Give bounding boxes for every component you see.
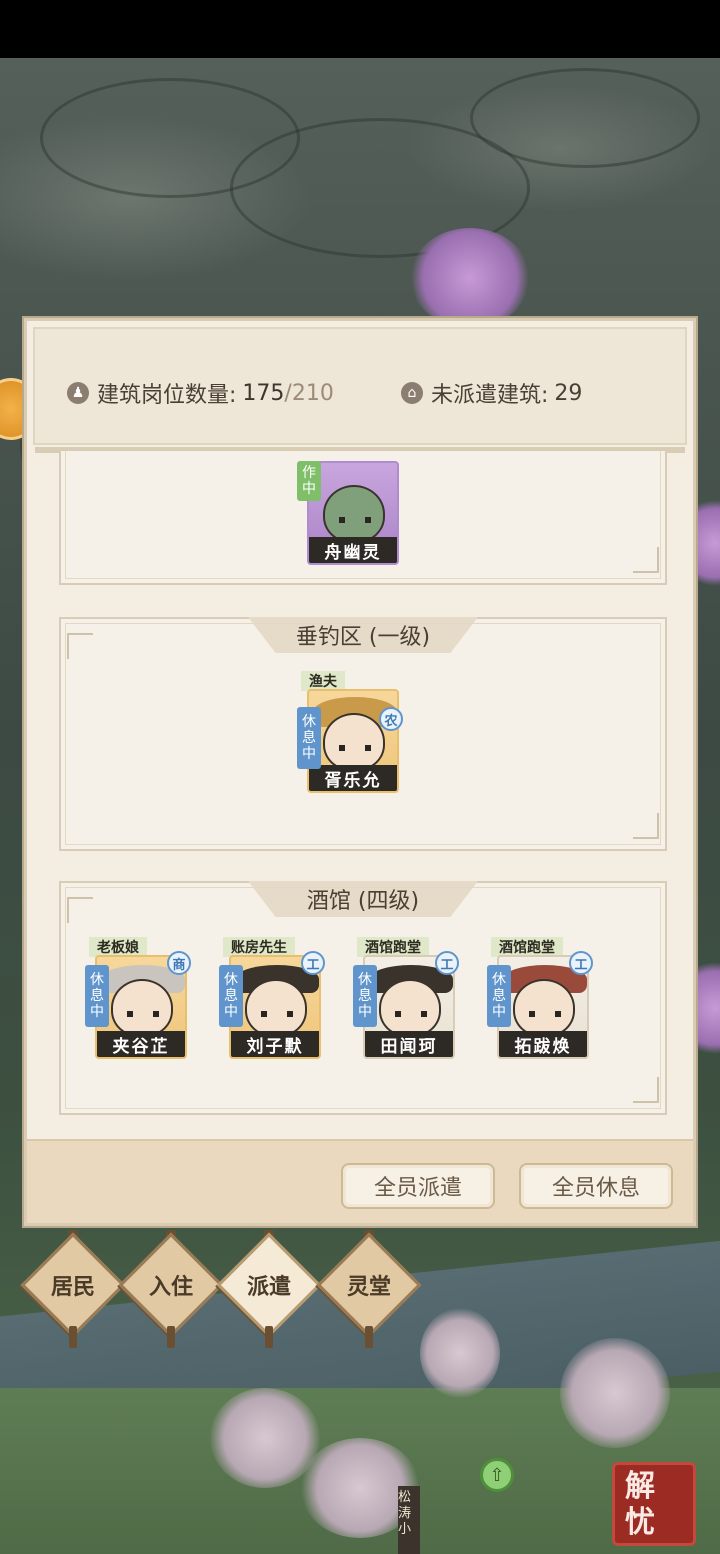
status-char: 休 — [358, 972, 372, 988]
corner-ornament — [633, 813, 659, 839]
undispatched-count: 29 — [554, 380, 583, 406]
portrait-eyes — [395, 1011, 427, 1017]
tab-move-in[interactable]: 入住 — [118, 1230, 224, 1348]
bare-tree — [560, 1338, 670, 1448]
status-char: 中 — [302, 746, 316, 762]
trait-badge: 商 — [167, 951, 191, 975]
undispatched-label: 未派遣建筑: — [431, 383, 549, 408]
tab-label: 灵堂 — [346, 1275, 391, 1300]
dispatch-all-button[interactable]: 全员派遣 — [341, 1163, 495, 1209]
portrait-eyes — [261, 1011, 293, 1017]
building-slots-stat: ♟ 建筑岗位数量: 175 / 210 — [67, 377, 334, 409]
worker-card[interactable]: 账房先生 刘子默 休息中 工 — [219, 937, 325, 1061]
worker-name: 舟幽灵 — [309, 537, 397, 563]
status-char: 休 — [492, 972, 506, 988]
worker-role: 老板娘 — [89, 937, 147, 957]
portrait-face — [245, 979, 307, 1037]
status-char: 息 — [492, 988, 506, 1004]
worker-name: 拓跋焕 — [499, 1031, 587, 1057]
dispatch-panel: ♟ 建筑岗位数量: 175 / 210 ⌂ 未派遣建筑: 29 舟幽灵 作中 垂… — [24, 318, 696, 1226]
slots-total: 210 — [291, 380, 334, 406]
panel-footer: 全员派遣 全员休息 — [27, 1139, 693, 1223]
status-char: 作 — [302, 465, 316, 481]
work-status-badge: 作中 — [297, 461, 321, 501]
worker-card[interactable]: 渔夫 胥乐允 休息中 农 — [297, 671, 403, 795]
status-char: 息 — [358, 988, 372, 1004]
building-icon: ⌂ — [401, 382, 423, 404]
worker-name: 夹谷芷 — [97, 1031, 185, 1057]
status-char: 中 — [302, 481, 316, 497]
relieve-worries-button[interactable]: 解忧 — [612, 1462, 696, 1546]
worker-name: 胥乐允 — [309, 765, 397, 791]
portrait-eyes — [339, 517, 371, 523]
section-title: 垂钓区 (一级) — [248, 617, 478, 653]
trait-badge: 农 — [379, 707, 403, 731]
building-section-fishing: 垂钓区 (一级) 渔夫 胥乐允 休息中 农 — [59, 617, 667, 851]
upgrade-arrow-icon[interactable]: ⇧ — [480, 1458, 514, 1492]
portrait-eyes — [127, 1011, 159, 1017]
corner-ornament — [67, 897, 93, 923]
portrait-face — [111, 979, 173, 1037]
corner-ornament — [633, 1077, 659, 1103]
corner-ornament — [67, 633, 93, 659]
status-char: 中 — [224, 1004, 238, 1020]
cloud-swirl — [470, 68, 700, 168]
worker-role: 渔夫 — [301, 671, 345, 691]
worker-card[interactable]: 酒馆跑堂 田闻珂 休息中 工 — [353, 937, 459, 1061]
status-char: 休 — [224, 972, 238, 988]
trait-badge: 工 — [569, 951, 593, 975]
worker-role: 账房先生 — [223, 937, 295, 957]
rest-all-button[interactable]: 全员休息 — [519, 1163, 673, 1209]
trait-badge: 工 — [435, 951, 459, 975]
slots-label: 建筑岗位数量: — [97, 383, 237, 408]
section-title: 酒馆 (四级) — [248, 881, 478, 917]
rest-status-badge: 休息中 — [353, 965, 377, 1027]
tab-label: 居民 — [50, 1275, 95, 1300]
building-section: 舟幽灵 作中 — [59, 451, 667, 585]
status-char: 息 — [90, 988, 104, 1004]
rest-status-badge: 休息中 — [297, 707, 321, 769]
corner-ornament — [633, 547, 659, 573]
status-char: 中 — [492, 1004, 506, 1020]
undispatched-stat: ⌂ 未派遣建筑: 29 — [401, 377, 582, 409]
worker-role: 酒馆跑堂 — [491, 937, 563, 957]
rest-status-badge: 休息中 — [487, 965, 511, 1027]
worker-role: 酒馆跑堂 — [357, 937, 429, 957]
tab-label: 派遣 — [246, 1275, 291, 1300]
rest-status-badge: 休息中 — [85, 965, 109, 1027]
portrait-face — [323, 485, 385, 543]
tab-residents[interactable]: 居民 — [20, 1230, 126, 1348]
status-char: 中 — [90, 1004, 104, 1020]
status-char: 息 — [302, 730, 316, 746]
status-char: 休 — [90, 972, 104, 988]
status-char: 中 — [358, 1004, 372, 1020]
tab-dispatch[interactable]: 派遣 — [216, 1230, 322, 1348]
portrait-eyes — [529, 1011, 561, 1017]
portrait-eyes — [339, 745, 371, 751]
worker-name: 刘子默 — [231, 1031, 319, 1057]
portrait-face — [379, 979, 441, 1037]
slots-separator: / — [284, 380, 292, 406]
status-bar — [0, 0, 720, 58]
worker-card[interactable]: 舟幽灵 作中 — [297, 451, 401, 567]
worker-name: 田闻珂 — [365, 1031, 453, 1057]
tab-memorial-hall[interactable]: 灵堂 — [316, 1230, 422, 1348]
worker-card[interactable]: 酒馆跑堂 拓跋焕 休息中 工 — [487, 937, 593, 1061]
rest-status-badge: 休息中 — [219, 965, 243, 1027]
portrait-face — [323, 713, 385, 771]
trait-badge: 工 — [301, 951, 325, 975]
blossom-tree — [410, 228, 530, 328]
bare-tree — [420, 1308, 500, 1398]
status-char: 息 — [224, 988, 238, 1004]
person-icon: ♟ — [67, 382, 89, 404]
portrait-face — [513, 979, 575, 1037]
location-signpost[interactable]: 松涛小 — [398, 1486, 420, 1554]
tab-label: 入住 — [148, 1275, 193, 1300]
slots-used: 175 — [242, 380, 285, 406]
building-section-tavern: 酒馆 (四级) 老板娘 夹谷芷 休息中 商 账房先生 刘子默 休 息 中 工 酒… — [59, 881, 667, 1115]
panel-header: ♟ 建筑岗位数量: 175 / 210 ⌂ 未派遣建筑: 29 — [33, 327, 687, 453]
status-char: 休 — [302, 714, 316, 730]
building-list[interactable]: 舟幽灵 作中 垂钓区 (一级) 渔夫 胥乐允 休息中 农 酒馆 (四级) 老板娘… — [41, 451, 685, 1131]
worker-card[interactable]: 老板娘 夹谷芷 休息中 商 — [85, 937, 191, 1061]
